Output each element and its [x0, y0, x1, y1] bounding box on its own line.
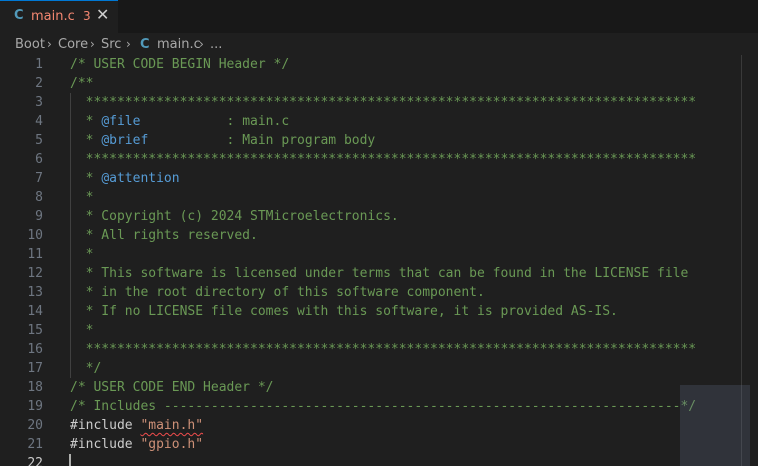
line-code: ****************************************…	[70, 342, 697, 357]
line-number: 20	[27, 418, 43, 433]
code-line[interactable]: 11 *	[0, 245, 758, 264]
c-file-icon: C	[14, 8, 24, 23]
line-number: 19	[27, 399, 43, 414]
line-number: 22	[27, 456, 43, 466]
line-number: 13	[27, 285, 43, 300]
code-line[interactable]: 19 /* Includes --------------------------…	[0, 397, 758, 416]
tab-main-c[interactable]: C main.c 3 ✕	[0, 0, 118, 33]
breadcrumb-item-core[interactable]: Core	[58, 37, 88, 52]
close-icon[interactable]: ✕	[96, 5, 109, 24]
breadcrumb: Boot › Core › Src › C main.c › ...	[0, 33, 758, 55]
line-number: 7	[35, 171, 43, 186]
code-line[interactable]: 16 *************************************…	[0, 340, 758, 359]
line-number: 12	[27, 266, 43, 281]
chevron-right-icon: ›	[47, 37, 52, 51]
code-line[interactable]: 1 /* USER CODE BEGIN Header */	[0, 55, 758, 74]
breadcrumb-item-symbols[interactable]: ...	[210, 37, 222, 52]
chevron-right-icon: ›	[90, 37, 95, 51]
line-code: *	[70, 247, 94, 262]
line-number: 3	[35, 95, 43, 110]
line-code: * in the root directory of this software…	[70, 285, 485, 300]
line-code: #include "gpio.h"	[70, 435, 203, 454]
c-file-icon: C	[140, 37, 150, 52]
breadcrumb-item-boot[interactable]: Boot	[15, 37, 45, 52]
breadcrumb-item-src[interactable]: Src	[101, 37, 121, 52]
include-directive: #include	[70, 437, 141, 452]
line-number: 8	[35, 190, 43, 205]
minimap-slider[interactable]	[680, 385, 750, 466]
include-path-string: "main.h"	[140, 418, 204, 433]
line-code: * Copyright (c) 2024 STMicroelectronics.	[70, 209, 399, 224]
doc-tag: @brief	[101, 133, 149, 148]
code-line[interactable]: 10 * All rights reserved.	[0, 226, 758, 245]
line-code: /* USER CODE END Header */	[70, 380, 274, 395]
comment-text: *	[70, 171, 102, 186]
code-line[interactable]: 2 /**	[0, 74, 758, 93]
code-line[interactable]: 13 * in the root directory of this softw…	[0, 283, 758, 302]
code-line[interactable]: 5 * @brief : Main program body	[0, 131, 758, 150]
line-number: 21	[27, 437, 43, 452]
code-line[interactable]: 15 *	[0, 321, 758, 340]
doc-tag: @attention	[101, 171, 180, 186]
code-line[interactable]: 22	[0, 454, 758, 466]
line-code: * @brief : Main program body	[70, 131, 376, 150]
comment-text: : main.c	[140, 114, 290, 129]
tab-title: main.c	[31, 9, 75, 24]
line-number: 4	[35, 114, 43, 129]
line-number: 10	[27, 228, 43, 243]
line-number: 14	[27, 304, 43, 319]
line-number: 2	[35, 76, 43, 91]
doc-tag: @file	[101, 114, 141, 129]
comment-text: *	[70, 133, 102, 148]
line-number: 5	[35, 133, 43, 148]
include-directive: #include	[70, 418, 141, 433]
chevron-right-icon: ›	[126, 37, 131, 51]
line-code: /* USER CODE BEGIN Header */	[70, 57, 290, 72]
tab-bar: C main.c 3 ✕	[0, 0, 758, 33]
line-code: #include "main.h"	[70, 416, 203, 435]
include-path-string: "gpio.h"	[140, 437, 204, 452]
line-code: * @attention	[70, 169, 180, 188]
code-line[interactable]: 7 * @attention	[0, 169, 758, 188]
code-line[interactable]: 20 #include "main.h"	[0, 416, 758, 435]
line-number: 16	[27, 342, 43, 357]
code-line[interactable]: 9 * Copyright (c) 2024 STMicroelectronic…	[0, 207, 758, 226]
line-code: /* Includes ----------------------------…	[70, 399, 697, 414]
line-number: 11	[27, 247, 43, 262]
line-code: * This software is licensed under terms …	[70, 266, 689, 281]
code-line[interactable]: 3 **************************************…	[0, 93, 758, 112]
line-code: * If no LICENSE file comes with this sof…	[70, 304, 618, 319]
line-code: ****************************************…	[70, 152, 697, 167]
line-number: 1	[35, 57, 43, 72]
line-code: */	[70, 361, 102, 376]
chevron-right-icon: ›	[199, 37, 204, 51]
line-code: * All rights reserved.	[70, 228, 258, 243]
line-code: ****************************************…	[70, 95, 697, 110]
line-code: *	[70, 190, 94, 205]
code-line[interactable]: 17 */	[0, 359, 758, 378]
code-line[interactable]: 12 * This software is licensed under ter…	[0, 264, 758, 283]
text-cursor	[69, 454, 71, 466]
comment-text: : Main program body	[148, 133, 376, 148]
line-code: *	[70, 323, 94, 338]
code-line[interactable]: 14 * If no LICENSE file comes with this …	[0, 302, 758, 321]
line-number: 18	[27, 380, 43, 395]
comment-text: *	[70, 114, 102, 129]
line-number: 15	[27, 323, 43, 338]
code-line[interactable]: 6 **************************************…	[0, 150, 758, 169]
line-number: 9	[35, 209, 43, 224]
line-number: 17	[27, 361, 43, 376]
line-code: * @file : main.c	[70, 112, 290, 131]
problem-count-badge: 3	[83, 9, 91, 23]
code-line[interactable]: 18 /* USER CODE END Header */	[0, 378, 758, 397]
code-editor[interactable]: 1/* USER CODE BEGIN Header */2/** 3 *****…	[0, 55, 758, 466]
breadcrumb-item-main-c[interactable]: main.c	[157, 37, 201, 52]
code-line[interactable]: 21 #include "gpio.h"	[0, 435, 758, 454]
code-line[interactable]: 4 * @file : main.c	[0, 112, 758, 131]
line-number: 6	[35, 152, 43, 167]
code-line[interactable]: 8 *	[0, 188, 758, 207]
line-code: /**	[70, 76, 94, 91]
